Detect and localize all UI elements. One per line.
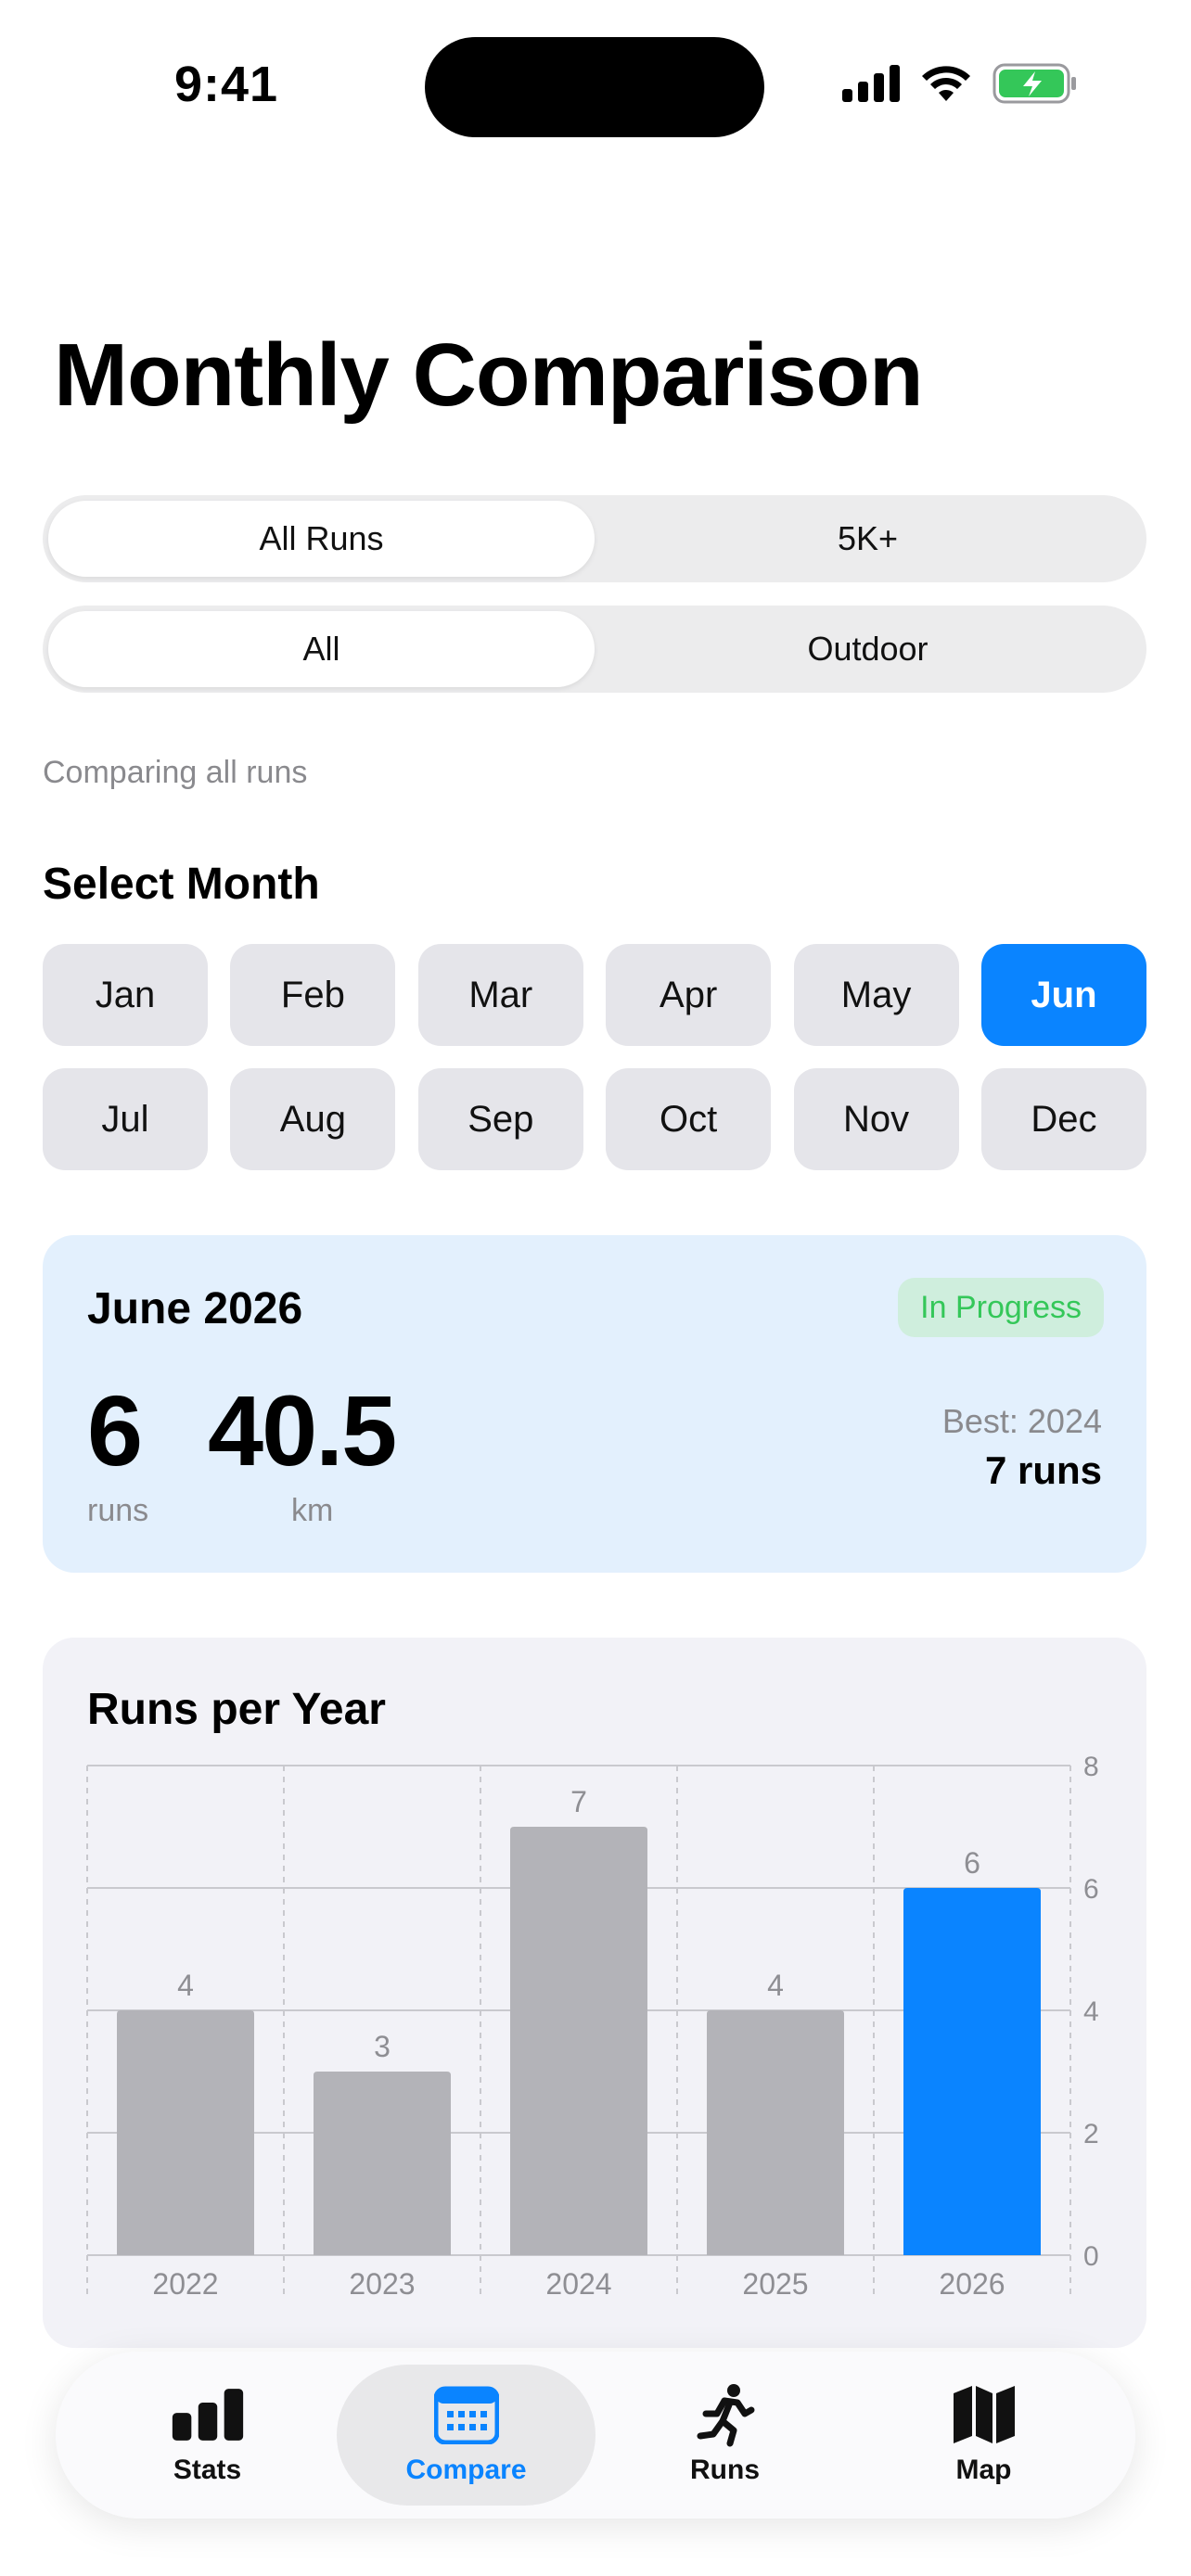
y-tick-label: 0 — [1083, 2241, 1099, 2272]
data-label-2022: 4 — [177, 1969, 194, 2002]
tab-compare-label: Compare — [405, 2455, 527, 2485]
run-type-segmented-control: All Runs 5K+ — [43, 495, 1146, 582]
bar-2026 — [903, 1888, 1041, 2255]
runs-per-year-chart: 0 2 4 6 8 4 2022 3 2023 7 2024 4 2025 6 2026 — [86, 1752, 1099, 2301]
summary-title: June 2026 — [87, 1284, 303, 1333]
bar-2023 — [314, 2072, 451, 2255]
month-button-sep[interactable]: Sep — [417, 1068, 583, 1170]
x-tick-label-2025: 2025 — [742, 2267, 808, 2301]
month-button-nov[interactable]: Nov — [793, 1068, 959, 1170]
segment-outdoor[interactable]: Outdoor — [595, 611, 1141, 687]
distance-value: 40.5 — [208, 1374, 397, 1486]
status-badge: In Progress — [898, 1278, 1104, 1337]
tab-runs[interactable]: Runs — [596, 2365, 854, 2506]
calendar-icon — [429, 2384, 504, 2445]
bar-2022 — [117, 2010, 254, 2255]
tab-stats-label: Stats — [173, 2455, 242, 2485]
month-button-mar[interactable]: Mar — [417, 944, 583, 1046]
tab-map-label: Map — [955, 2455, 1012, 2485]
status-icons — [842, 63, 1078, 104]
segment-5k-plus[interactable]: 5K+ — [595, 501, 1141, 577]
map-icon — [947, 2384, 1021, 2445]
distance-label: km — [291, 1493, 334, 1528]
tab-map[interactable]: Map — [854, 2365, 1113, 2506]
runs-label: runs — [87, 1493, 149, 1528]
x-tick-label-2022: 2022 — [152, 2267, 218, 2301]
month-button-may[interactable]: May — [793, 944, 959, 1046]
month-picker: Jan Feb Mar Apr May Jun Jul Aug Sep Oct … — [43, 944, 1146, 1170]
segment-all[interactable]: All — [48, 611, 595, 687]
data-label-2025: 4 — [767, 1969, 784, 2002]
month-button-oct[interactable]: Oct — [606, 1068, 772, 1170]
month-button-feb[interactable]: Feb — [230, 944, 396, 1046]
filter-description: Comparing all runs — [43, 755, 308, 790]
month-button-jan[interactable]: Jan — [43, 944, 208, 1046]
month-button-jun[interactable]: Jun — [980, 944, 1146, 1046]
runs-per-year-card: Runs per Year 0 2 4 6 8 4 2022 3 2023 7 2024 4 2025 6… — [43, 1638, 1146, 2348]
bar-2025 — [707, 2010, 844, 2255]
tab-stats[interactable]: Stats — [78, 2365, 337, 2506]
month-summary-card: June 2026 In Progress 6 40.5 runs km Bes… — [43, 1235, 1146, 1573]
tab-compare[interactable]: Compare — [337, 2365, 596, 2506]
select-month-heading: Select Month — [43, 860, 320, 909]
best-year-label: Best: 2024 — [941, 1402, 1102, 1440]
bar-chart-icon — [171, 2384, 245, 2445]
runner-icon — [688, 2384, 762, 2447]
y-tick-label: 4 — [1083, 1996, 1099, 2027]
data-label-2024: 7 — [570, 1785, 587, 1818]
x-tick-label-2026: 2026 — [939, 2267, 1005, 2301]
status-time: 9:41 — [174, 57, 279, 112]
runs-count: 6 — [87, 1374, 143, 1486]
battery-charging-icon — [992, 63, 1076, 104]
month-button-jul[interactable]: Jul — [43, 1068, 208, 1170]
data-label-2023: 3 — [374, 2030, 391, 2063]
month-button-apr[interactable]: Apr — [606, 944, 772, 1046]
x-tick-label-2023: 2023 — [349, 2267, 415, 2301]
y-tick-label: 6 — [1083, 1874, 1099, 1905]
tab-runs-label: Runs — [690, 2455, 760, 2485]
best-year-value: 7 runs — [984, 1448, 1102, 1492]
wifi-icon — [922, 66, 970, 101]
segment-all-runs[interactable]: All Runs — [48, 501, 595, 577]
status-bar: 9:41 — [0, 0, 1191, 176]
month-button-aug[interactable]: Aug — [230, 1068, 396, 1170]
data-label-2026: 6 — [964, 1846, 980, 1880]
page-title: Monthly Comparison — [54, 325, 924, 425]
x-tick-label-2024: 2024 — [545, 2267, 611, 2301]
cellular-signal-icon — [842, 65, 900, 102]
location-segmented-control: All Outdoor — [43, 606, 1146, 693]
bar-2024 — [510, 1827, 647, 2255]
y-tick-label: 2 — [1083, 2119, 1099, 2149]
dynamic-island — [425, 37, 764, 137]
y-tick-label: 8 — [1083, 1752, 1099, 1782]
tab-bar: Stats Compare Runs Map — [56, 2352, 1135, 2519]
month-button-dec[interactable]: Dec — [980, 1068, 1146, 1170]
